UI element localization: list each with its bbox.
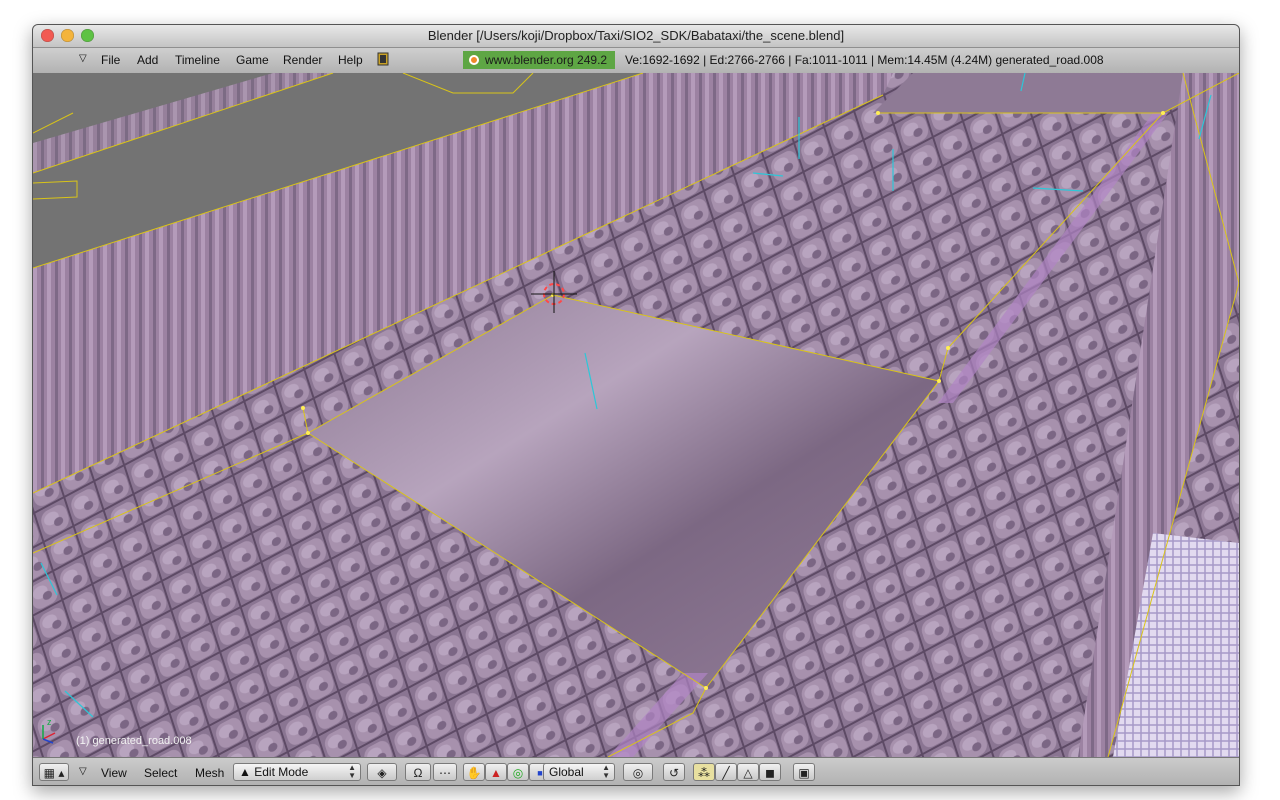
viewport-header: ▦ ▴ ▽ View Select Mesh ▲ Edit Mode ▲ ▼ ◈ … <box>33 757 1239 785</box>
translate-manipulator-icon[interactable]: ▲ <box>485 763 507 781</box>
menu-file[interactable]: File <box>101 53 120 67</box>
mode-value: Edit Mode <box>254 765 309 779</box>
menu-add[interactable]: Add <box>137 53 158 67</box>
screen-layout-icon[interactable] <box>375 51 391 70</box>
active-object-label: (1) generated_road.008 <box>76 735 192 747</box>
vertex-select-icon[interactable]: ⁂ <box>693 763 715 781</box>
blender-version-badge: www.blender.org 249.2 <box>463 51 615 69</box>
orientation-selector[interactable]: Global ▲ ▼ <box>543 763 615 781</box>
pivot-point-icon[interactable]: Ω <box>405 763 431 781</box>
blender-logo-icon <box>469 55 479 65</box>
header-collapse-icon[interactable]: ▽ <box>79 53 87 64</box>
header-collapse-icon[interactable]: ▽ <box>79 766 87 777</box>
blender-window: Blender [/Users/koji/Dropbox/Taxi/SIO2_S… <box>32 24 1240 786</box>
draw-type-icon[interactable]: ◈ <box>367 763 397 781</box>
occlude-geometry-icon[interactable]: ◼ <box>759 763 781 781</box>
orientation-value: Global <box>549 765 584 779</box>
scene-render[interactable]: z <box>33 73 1239 757</box>
scene-stats: Ve:1692-1692 | Ed:2766-2766 | Fa:1011-10… <box>625 53 1104 67</box>
3d-viewport[interactable]: z (1) generated_road.008 <box>33 73 1239 757</box>
zoom-window-button[interactable] <box>81 29 94 42</box>
minimize-window-button[interactable] <box>61 29 74 42</box>
rotate-manipulator-icon[interactable]: ◎ <box>507 763 529 781</box>
mode-stepper-icon: ▲ ▼ <box>348 763 356 780</box>
close-window-button[interactable] <box>41 29 54 42</box>
window-title: Blender [/Users/koji/Dropbox/Taxi/SIO2_S… <box>427 28 845 43</box>
blender-version-text: www.blender.org 249.2 <box>485 53 608 67</box>
menu-game[interactable]: Game <box>236 53 269 67</box>
menu-view[interactable]: View <box>101 766 127 780</box>
edge-select-icon[interactable]: ╱ <box>715 763 737 781</box>
mode-selector[interactable]: ▲ Edit Mode ▲ ▼ <box>233 763 361 781</box>
editor-type-icon[interactable]: ▦ ▴ <box>39 763 69 781</box>
menu-timeline[interactable]: Timeline <box>175 53 220 67</box>
proportional-edit-icon[interactable]: ◎ <box>623 763 653 781</box>
edit-mode-icon: ▲ <box>239 765 251 779</box>
grid-snap-icon[interactable]: ⋯ <box>433 763 457 781</box>
menu-mesh[interactable]: Mesh <box>195 766 224 780</box>
manipulator-hand-icon[interactable]: ✋ <box>463 763 485 781</box>
svg-text:z: z <box>47 717 52 727</box>
menu-help[interactable]: Help <box>338 53 363 67</box>
orientation-stepper-icon: ▲ ▼ <box>602 763 610 780</box>
title-bar: Blender [/Users/koji/Dropbox/Taxi/SIO2_S… <box>33 25 1239 48</box>
menu-render[interactable]: Render <box>283 53 322 67</box>
info-header: ▽ File Add Timeline Game Render Help www… <box>33 48 1239 74</box>
render-preview-icon[interactable]: ▣ <box>793 763 815 781</box>
menu-select[interactable]: Select <box>144 766 177 780</box>
face-select-icon[interactable]: △ <box>737 763 759 781</box>
snap-icon[interactable]: ↺ <box>663 763 685 781</box>
